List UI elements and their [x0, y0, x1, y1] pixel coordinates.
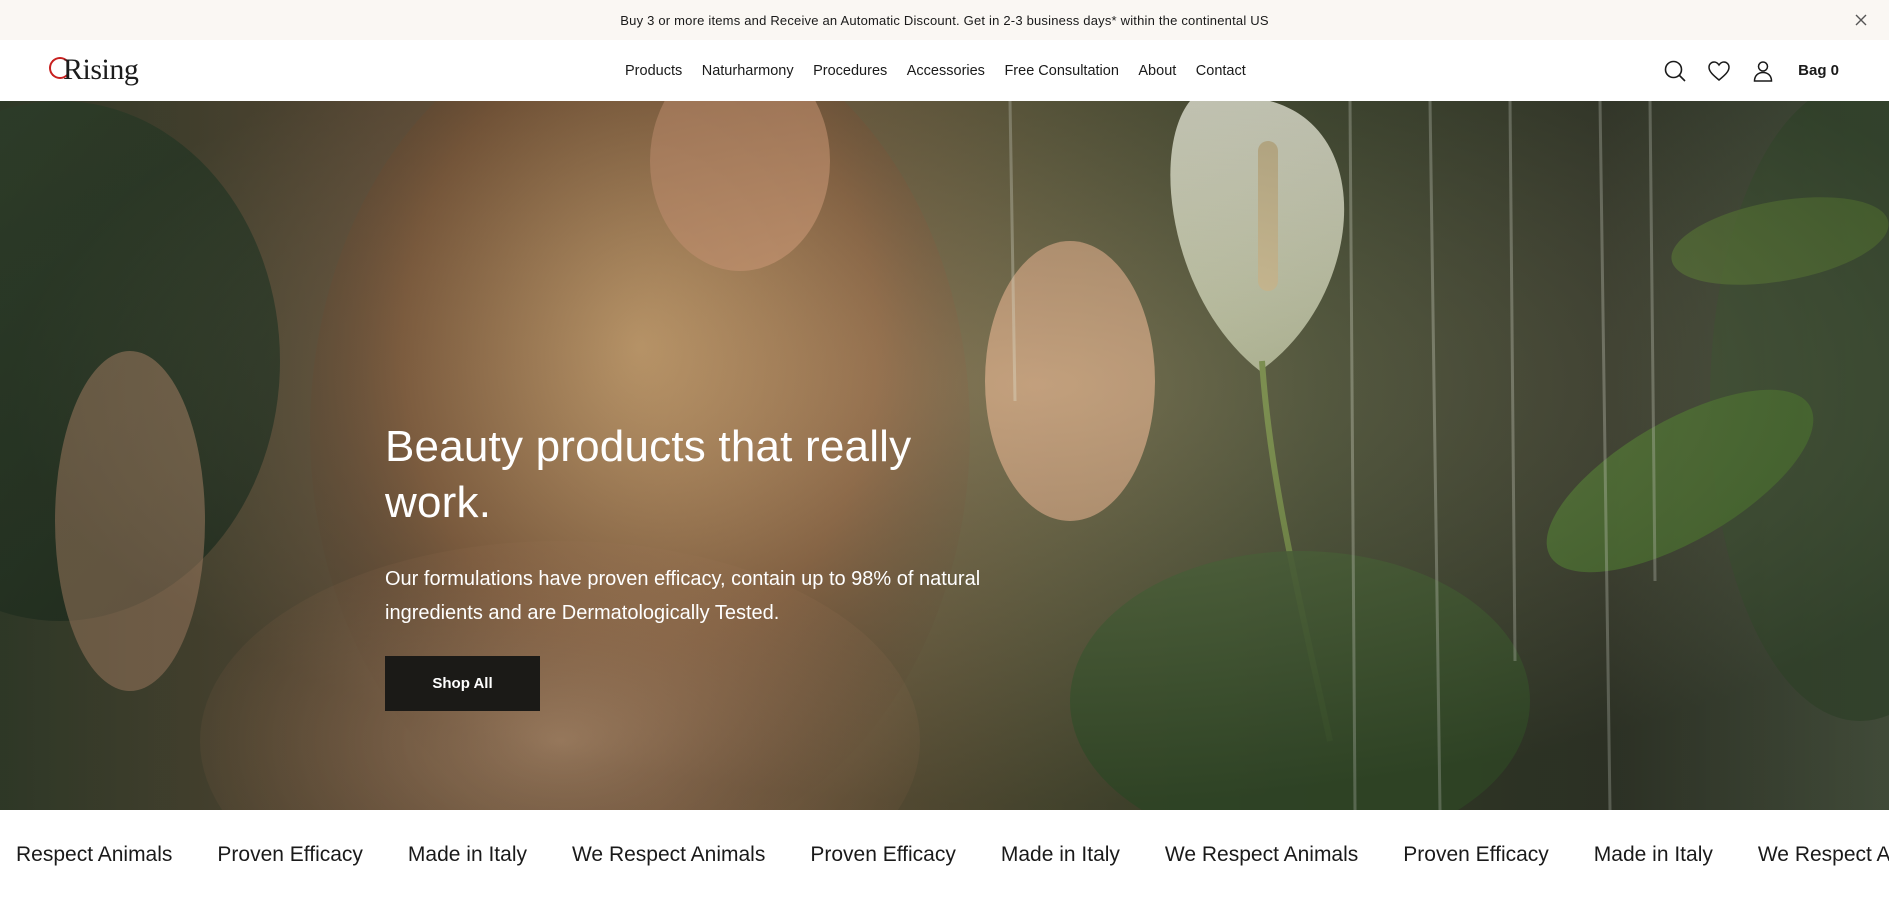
marquee-item: Made in Italy [407, 843, 527, 866]
announcement-text: Buy 3 or more items and Receive an Autom… [620, 12, 1269, 28]
bag-button[interactable]: Bag 0 [1798, 62, 1839, 79]
search-icon[interactable] [1662, 58, 1688, 84]
nav-item-about[interactable]: About [1138, 63, 1176, 79]
shop-all-button[interactable]: Shop All [385, 656, 540, 711]
marquee-item: Respect Animals [16, 843, 173, 866]
marquee-item: We Respect An [1757, 843, 1889, 866]
marquee-item: Proven Efficacy [217, 843, 363, 866]
nav-item-accessories[interactable]: Accessories [907, 63, 985, 79]
hero-banner: Beauty products that really work. Our fo… [0, 101, 1889, 810]
nav-item-free-consultation[interactable]: Free Consultation [1004, 63, 1118, 79]
hero-title: Beauty products that really work. [385, 422, 912, 527]
announcement-bar: Buy 3 or more items and Receive an Autom… [0, 0, 1889, 40]
marquee-item: Made in Italy [1000, 843, 1120, 866]
nav-item-naturharmony[interactable]: Naturharmony [702, 63, 794, 79]
hero-subtitle: Our formulations have proven efficacy, c… [385, 568, 981, 624]
user-icon[interactable] [1750, 58, 1776, 84]
values-marquee: Respect Animals Proven Efficacy Made in … [0, 810, 1889, 911]
heart-icon[interactable] [1706, 58, 1732, 84]
marquee-track: Respect Animals Proven Efficacy Made in … [16, 810, 1889, 900]
marquee-item: Made in Italy [1593, 843, 1713, 866]
logo-text: Rising [63, 53, 139, 86]
main-nav: Products Naturharmony Procedures Accesso… [625, 40, 1265, 101]
nav-item-contact[interactable]: Contact [1196, 63, 1246, 79]
marquee-item: Proven Efficacy [810, 843, 956, 866]
nav-item-products[interactable]: Products [625, 63, 682, 79]
logo[interactable]: Rising [49, 50, 149, 90]
site-header: Rising Products Naturharmony Procedures … [0, 40, 1889, 101]
close-icon[interactable] [1851, 10, 1871, 30]
marquee-item: We Respect Animals [571, 843, 766, 866]
header-tools: Bag 0 [1644, 40, 1839, 101]
nav-item-procedures[interactable]: Procedures [813, 63, 887, 79]
marquee-item: Proven Efficacy [1403, 843, 1549, 866]
marquee-item: We Respect Animals [1164, 843, 1359, 866]
